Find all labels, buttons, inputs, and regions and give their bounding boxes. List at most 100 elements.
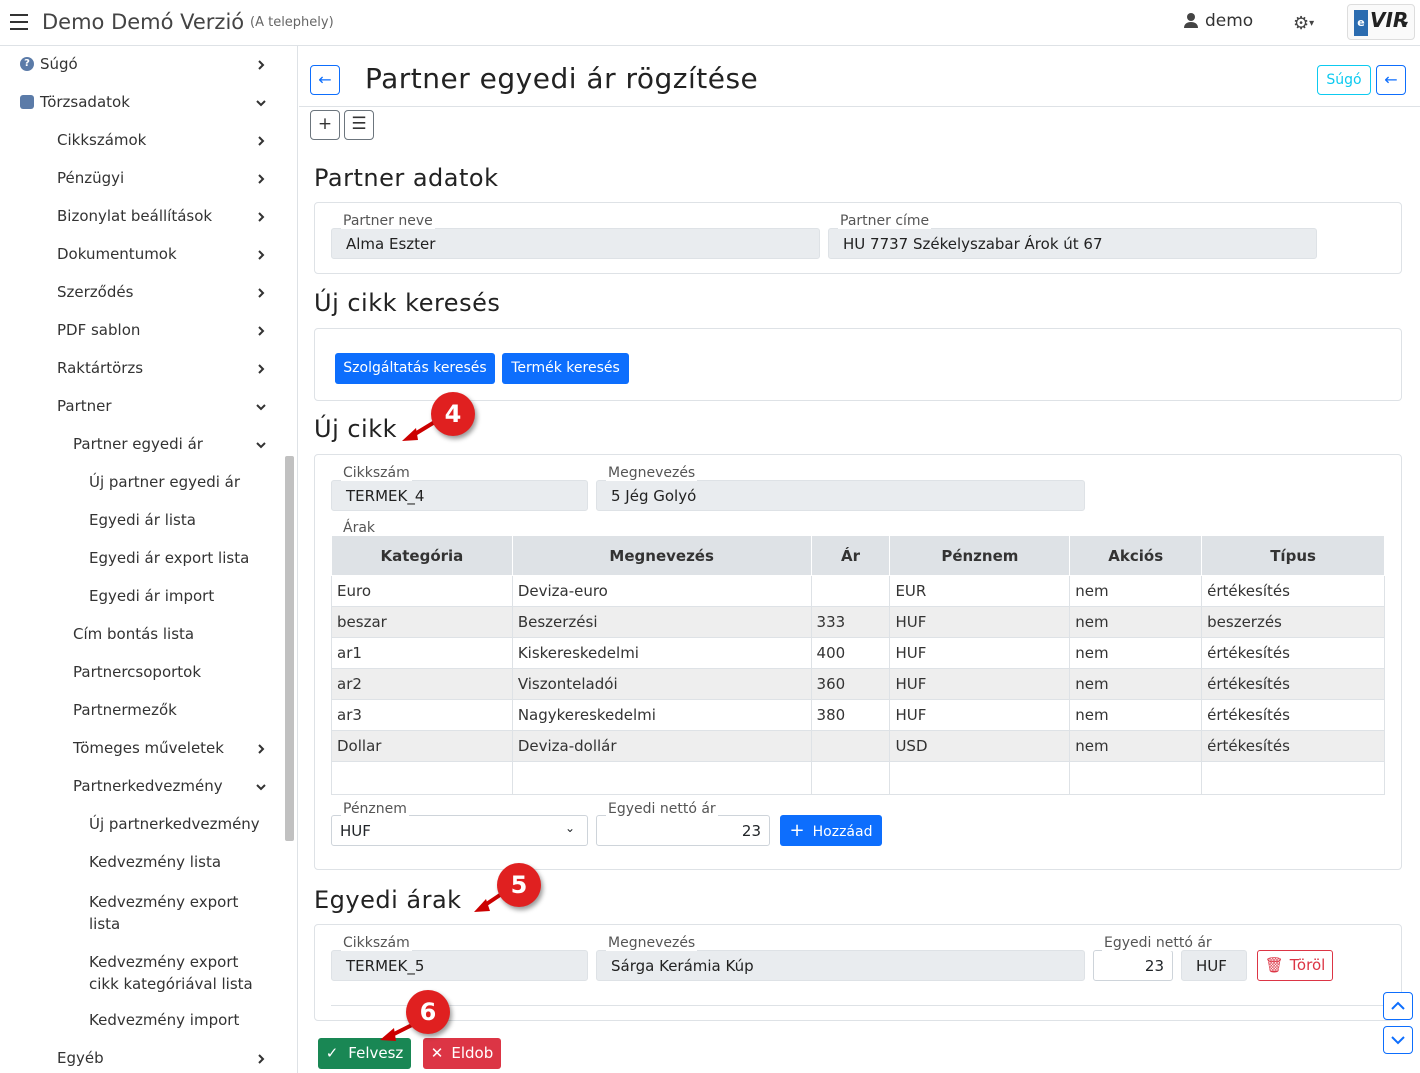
sidebar-item[interactable]: Dokumentumok [57,245,177,263]
chevron-right-icon[interactable] [255,211,267,223]
chevron-down-icon: ⌄ [564,821,575,835]
table-cell: Nagykereskedelmi [511,699,812,731]
save-button[interactable]: ✓ Felvesz [318,1038,411,1069]
sidebar-item[interactable]: Tömeges műveletek [73,739,224,757]
table-cell: értékesítés [1201,637,1385,669]
chevron-right-icon[interactable] [255,135,267,147]
chevron-right-icon[interactable] [255,325,267,337]
sidebar-item[interactable]: Kedvezmény lista [89,853,221,871]
table-row[interactable]: beszar Beszerzési 333 HUF nem beszerzés [331,606,1385,638]
currency-select[interactable]: HUF ⌄ [331,815,588,846]
sidebar-item[interactable]: Bizonylat beállítások [57,207,212,225]
custom-name-label: Megnevezés [606,935,698,951]
column-header[interactable]: Típus [1201,535,1385,576]
column-header[interactable]: Pénznem [889,535,1071,576]
sidebar-item-label: Partner [57,397,112,415]
back-button[interactable]: ← [310,65,340,95]
list-button[interactable]: ☰ [344,110,374,140]
sidebar-scrollbar[interactable] [285,456,294,841]
scroll-down-button[interactable] [1383,1026,1413,1054]
sidebar-item[interactable]: Egyéb [57,1049,104,1067]
table-cell: nem [1069,699,1203,731]
sidebar-item[interactable]: Kedvezmény export lista [89,891,259,935]
chevron-down-icon[interactable] [255,781,267,793]
currency-value: HUF [340,822,371,840]
sidebar-item[interactable]: Raktártörzs [57,359,143,377]
custom-currency-field: HUF [1181,950,1247,981]
sidebar-item-label: Egyedi ár lista [89,511,196,529]
table-cell: értékesítés [1201,699,1385,731]
sidebar-item[interactable]: Súgó [40,55,78,73]
chevron-right-icon[interactable] [255,287,267,299]
sidebar-item[interactable]: Partnercsoportok [73,663,201,681]
table-cell: értékesítés [1201,575,1385,607]
table-row[interactable]: Euro Deviza-euro EUR nem értékesítés [331,575,1385,607]
sidebar-item[interactable]: Szerződés [57,283,133,301]
chevron-right-icon[interactable] [255,59,267,71]
table-cell: 333 [810,606,891,638]
chevron-right-icon[interactable] [255,173,267,185]
sidebar-item[interactable]: Új partner egyedi ár [89,473,240,491]
save-button-label: Felvesz [348,1044,404,1062]
custom-net-price-input[interactable]: 23 [1093,950,1173,981]
new-button[interactable]: + [310,110,340,140]
add-button[interactable]: + Hozzáad [780,815,882,846]
help-button[interactable]: Súgó [1317,65,1371,95]
sidebar-item-label: Cím bontás lista [73,625,195,643]
table-cell: nem [1069,606,1203,638]
discard-button[interactable]: ✕ Eldob [423,1038,501,1069]
service-search-button[interactable]: Szolgáltatás keresés [335,353,495,384]
delete-button-label: Töröl [1289,956,1326,974]
user-menu[interactable]: demo [1183,11,1253,31]
sidebar-item[interactable]: Pénzügyi [57,169,124,187]
table-row[interactable]: ar3 Nagykereskedelmi 380 HUF nem értékesítés [331,699,1385,731]
column-header[interactable]: Akciós [1069,535,1203,576]
sidebar-item[interactable]: Egyedi ár lista [89,511,196,529]
user-icon [1184,13,1198,28]
net-price-input[interactable]: 23 [596,815,770,846]
item-name-field: 5 Jég Golyó [596,480,1085,511]
table-cell: ar1 [331,637,513,669]
product-search-button[interactable]: Termék keresés [502,353,629,384]
net-price-label: Egyedi nettó ár [606,801,718,817]
table-row[interactable]: Dollar Deviza-dollár USD nem értékesítés [331,730,1385,762]
table-cell: beszerzés [1201,606,1385,638]
sidebar-item[interactable]: Partnerkedvezmény [73,777,223,795]
hamburger-menu-icon[interactable] [10,14,28,30]
sidebar-item[interactable]: Kedvezmény export cikk kategóriával list… [89,951,259,995]
table-cell: Dollar [331,730,513,762]
chevron-right-icon[interactable] [255,363,267,375]
sidebar-item[interactable]: Cikkszámok [57,131,146,149]
caret-down-icon[interactable]: ▾ [1404,19,1408,28]
column-header[interactable]: Ár [810,535,891,576]
scroll-up-button[interactable] [1383,992,1413,1020]
back-button-right[interactable]: ← [1376,65,1406,95]
sidebar-item[interactable]: Törzsadatok [40,93,130,111]
settings-menu[interactable]: ⚙▾ [1293,13,1314,34]
chevron-right-icon[interactable] [255,249,267,261]
table-row[interactable]: ar2 Viszonteladói 360 HUF nem értékesítés [331,668,1385,700]
sidebar-item[interactable]: Partner [57,397,112,415]
chevron-right-icon[interactable] [255,1053,267,1065]
column-header[interactable]: Kategória [331,535,513,576]
sidebar-item[interactable]: Új partnerkedvezmény [89,815,260,833]
delete-button[interactable]: 🗑 Töröl [1257,950,1333,981]
sidebar-item[interactable]: Egyedi ár import [89,587,214,605]
column-header[interactable]: Megnevezés [511,535,812,576]
sidebar-item[interactable]: Partner egyedi ár [73,435,203,453]
chevron-down-icon[interactable] [255,97,267,109]
table-row[interactable] [331,761,1385,795]
sidebar-item-label: PDF sablon [57,321,141,339]
chevron-down-icon[interactable] [255,439,267,451]
sidebar-item[interactable]: Partnermezők [73,701,177,719]
table-cell: értékesítés [1201,668,1385,700]
sidebar-item[interactable]: Egyedi ár export lista [89,549,249,567]
sidebar-item[interactable]: PDF sablon [57,321,140,339]
sidebar-item[interactable]: Kedvezmény import [89,1011,239,1029]
partner-name-field: Alma Eszter [331,228,820,259]
add-button-label: Hozzáad [812,824,873,840]
table-row[interactable]: ar1 Kiskereskedelmi 400 HUF nem értékesítés [331,637,1385,669]
chevron-right-icon[interactable] [255,743,267,755]
chevron-down-icon[interactable] [255,401,267,413]
sidebar-item[interactable]: Cím bontás lista [73,625,194,643]
